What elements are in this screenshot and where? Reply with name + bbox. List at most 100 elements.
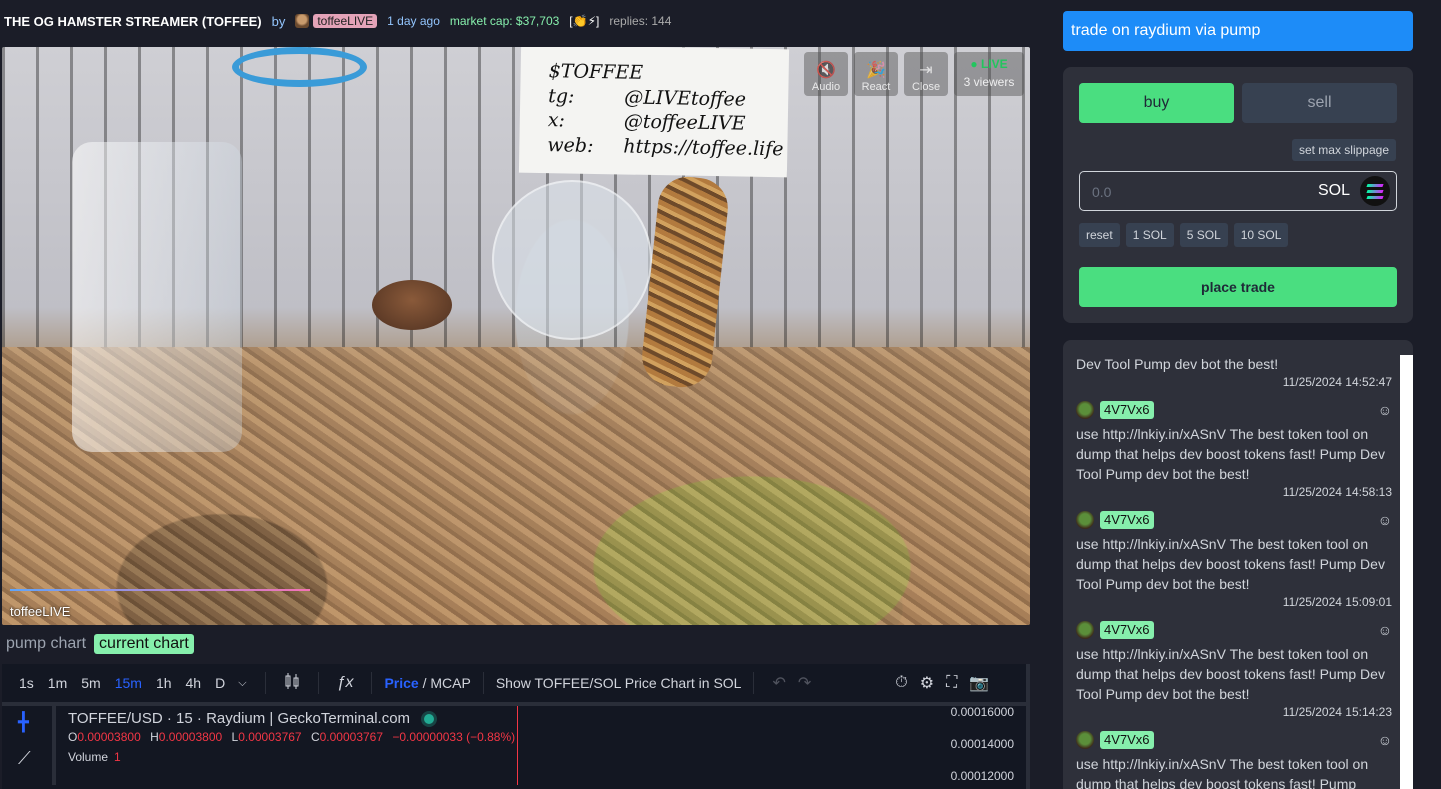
live-stream-video[interactable]: $TOFFEE tg: @LIVEtoffee x: @toffeeLIVE web…	[2, 47, 1030, 625]
creator-name: toffeeLIVE	[313, 14, 378, 28]
high-value: 0.00003800	[158, 730, 223, 744]
smiley-icon[interactable]: ☺	[1378, 620, 1392, 640]
reply-username[interactable]: 4V7Vx6	[1100, 511, 1154, 529]
reply-text: use http://lnkiy.in/xASnV The best token…	[1076, 426, 1385, 482]
amount-placeholder: 0.0	[1092, 184, 1112, 200]
reply-time: 11/25/2024 15:09:01	[1282, 595, 1392, 609]
party-popper-icon: 🎉	[866, 62, 886, 79]
exit-icon: ⇥	[919, 62, 933, 79]
timeframe-1h[interactable]: 1h	[149, 675, 179, 691]
react-button[interactable]: 🎉 React	[854, 52, 898, 96]
indicators-icon[interactable]: ƒx	[331, 674, 360, 692]
trade-on-raydium-button[interactable]: trade on raydium via pump	[1063, 11, 1413, 51]
card-row-web: web: https://toffee.life	[547, 134, 784, 161]
info-card: $TOFFEE tg: @LIVEtoffee x: @toffeeLIVE web…	[518, 47, 790, 178]
tab-current-chart[interactable]: current chart	[94, 634, 194, 654]
audio-level-bar	[10, 589, 310, 591]
reply-item: Dev Tool Pump dev bot the best! 11/25/20…	[1076, 354, 1392, 390]
timeframe-15m[interactable]: 15m	[108, 675, 149, 691]
timeframe-d[interactable]: D	[208, 675, 232, 691]
reply-username[interactable]: 4V7Vx6	[1100, 401, 1154, 419]
chart-scrollbar[interactable]	[1026, 664, 1030, 789]
blue-ring	[232, 47, 367, 87]
video-controls: 🔇 Audio 🎉 React ⇥ Close ● LIVE 3 viewers	[804, 52, 1024, 96]
open-value: 0.00003800	[77, 730, 141, 744]
currency-label: SOL	[1317, 182, 1350, 199]
ohlc-values: O0.00003800 H0.00003800 L0.00003767 C0.0…	[68, 730, 516, 744]
reply-time: 11/25/2024 14:52:47	[1282, 375, 1392, 389]
reply-username[interactable]: 4V7Vx6	[1100, 621, 1154, 639]
set-max-slippage-button[interactable]: set max slippage	[1291, 139, 1396, 161]
market-open-indicator	[424, 713, 435, 724]
tab-pump-chart[interactable]: pump chart	[6, 635, 86, 653]
y-tick: 0.00012000	[950, 769, 1014, 783]
quick-amounts: reset 1 SOL 5 SOL 10 SOL	[1079, 223, 1289, 247]
y-tick: 0.00016000	[950, 705, 1014, 719]
replies-scrollbar[interactable]	[1400, 355, 1413, 789]
viewer-count: 3 viewers	[963, 75, 1015, 89]
price-chart[interactable]: 1s 1m 5m 15m 1h 4h D ⌵ ƒx Price / MCAP S…	[2, 664, 1030, 789]
user-avatar	[1076, 731, 1094, 749]
market-cap: market cap: $37,703	[449, 14, 560, 28]
chart-tabs: pump chart current chart	[6, 634, 194, 654]
reply-text: Dev Tool Pump dev bot the best!	[1076, 356, 1279, 372]
quick-10-sol-button[interactable]: 10 SOL	[1233, 223, 1289, 247]
live-indicator: ● LIVE 3 viewers	[954, 52, 1024, 96]
by-label: by	[271, 13, 286, 29]
reply-item: 4V7Vx6 ☺ use http://lnkiy.in/xASnV The be…	[1076, 510, 1392, 610]
audio-button[interactable]: 🔇 Audio	[804, 52, 848, 96]
toolbar-divider	[482, 672, 484, 694]
amount-input[interactable]: 0.0 SOL	[1079, 171, 1397, 211]
camera-icon[interactable]: 📷	[963, 673, 995, 693]
hamster	[372, 280, 452, 330]
reply-username[interactable]: 4V7Vx6	[1100, 731, 1154, 749]
undo-icon[interactable]: ↶	[766, 673, 791, 693]
smiley-icon[interactable]: ☺	[1378, 400, 1392, 420]
crosshair-icon[interactable]: ╋	[18, 712, 29, 733]
trend-line-icon[interactable]: ⟋	[18, 748, 31, 769]
redo-icon[interactable]: ↷	[792, 673, 817, 693]
change-value: −0.00000033 (−0.88%)	[392, 730, 516, 744]
chart-body[interactable]: ╋ ⟋ TOFFEE/USD · 15 · Raydium | GeckoTer…	[2, 705, 1030, 785]
water-bottle	[72, 142, 242, 452]
solana-logo-icon	[1360, 176, 1390, 206]
chevron-down-icon[interactable]: ⌵	[232, 677, 252, 690]
fullscreen-icon[interactable]: ⛶	[940, 674, 963, 692]
gear-icon[interactable]: ⚙	[914, 673, 940, 693]
alert-clock-icon[interactable]: ⏱	[889, 674, 913, 692]
user-avatar	[1076, 511, 1094, 529]
quick-1-sol-button[interactable]: 1 SOL	[1125, 223, 1174, 247]
reply-text: use http://lnkiy.in/xASnV The best token…	[1076, 756, 1369, 789]
reset-button[interactable]: reset	[1079, 223, 1120, 247]
toolbar-divider	[264, 672, 266, 694]
stream-name: toffeeLIVE	[10, 604, 71, 619]
price-axis: 0.00016000 0.00014000 0.00012000	[951, 696, 1014, 789]
crosshair-line	[517, 706, 518, 785]
muted-speaker-icon: 🔇	[816, 62, 836, 79]
replies-panel[interactable]: Dev Tool Pump dev bot the best! 11/25/20…	[1063, 340, 1413, 789]
toolbar-divider	[371, 672, 373, 694]
close-value: 0.00003767	[319, 730, 384, 744]
smiley-icon[interactable]: ☺	[1378, 730, 1392, 750]
place-trade-button[interactable]: place trade	[1079, 267, 1397, 307]
sell-tab[interactable]: sell	[1242, 83, 1397, 123]
chart-legend: TOFFEE/USD · 15 · Raydium | GeckoTermina…	[68, 710, 521, 764]
timeframe-1s[interactable]: 1s	[12, 675, 41, 691]
timeframe-5m[interactable]: 5m	[74, 675, 107, 691]
creator-link[interactable]: toffeeLIVE	[295, 14, 378, 28]
creator-avatar	[295, 14, 310, 28]
timeframe-4h[interactable]: 4h	[179, 675, 209, 691]
price-mcap-toggle[interactable]: Price / MCAP	[384, 675, 470, 691]
reply-text: use http://lnkiy.in/xASnV The best token…	[1076, 646, 1385, 702]
smiley-icon[interactable]: ☺	[1378, 510, 1392, 530]
buy-tab[interactable]: buy	[1079, 83, 1234, 123]
close-button[interactable]: ⇥ Close	[904, 52, 948, 96]
y-tick: 0.00014000	[950, 737, 1014, 751]
quick-5-sol-button[interactable]: 5 SOL	[1179, 223, 1228, 247]
user-avatar	[1076, 621, 1094, 639]
show-sol-chart-toggle[interactable]: Show TOFFEE/SOL Price Chart in SOL	[496, 675, 742, 691]
candlestick-icon[interactable]	[278, 672, 306, 695]
token-header: THE OG HAMSTER STREAMER (TOFFEE) by toff…	[4, 12, 671, 30]
timeframe-1m[interactable]: 1m	[41, 675, 74, 691]
low-value: 0.00003767	[238, 730, 302, 744]
